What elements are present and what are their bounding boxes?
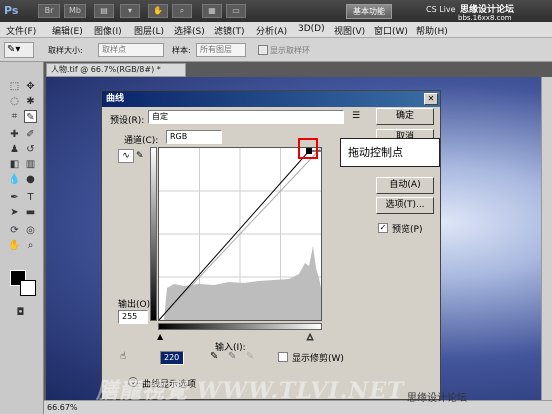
sample-size-label: 取样大小:	[48, 46, 83, 55]
menu-view[interactable]: 视图(V)	[334, 24, 365, 37]
input-field[interactable]: 220	[160, 351, 184, 365]
path-select-icon[interactable]: ➤	[8, 206, 21, 219]
menu-window[interactable]: 窗口(W)	[374, 24, 408, 37]
close-icon[interactable]: ✕	[424, 93, 438, 105]
gray-eyedropper-icon[interactable]: ✎	[228, 351, 236, 362]
quick-mask-icon[interactable]: ◘	[14, 306, 27, 319]
menu-edit[interactable]: 编辑(E)	[52, 24, 83, 37]
curve-point-tool-icon[interactable]: ∿	[118, 149, 134, 163]
site-url: bbs.16xx8.com	[458, 14, 512, 22]
hand-tool-icon[interactable]: ✋	[8, 239, 21, 252]
preview-checkbox[interactable]: ✓	[378, 223, 388, 233]
auto-button[interactable]: 自动(A)	[376, 177, 434, 194]
lasso-icon[interactable]: ◌	[8, 95, 21, 108]
sample-label: 样本:	[172, 46, 191, 55]
photoshop-logo: Ps	[4, 4, 19, 17]
input-gradient-bar	[158, 323, 322, 330]
preset-label: 预设(R):	[110, 116, 145, 126]
highlight-box	[298, 138, 318, 159]
crop-icon[interactable]: ⌗	[8, 110, 21, 123]
type-icon[interactable]: T	[24, 191, 37, 204]
zoom-tool-icon[interactable]: ⌕	[24, 239, 37, 252]
cs-live-button[interactable]: CS Live	[426, 5, 456, 14]
menu-file[interactable]: 文件(F)	[6, 24, 36, 37]
black-point-slider-icon[interactable]: ▲	[157, 332, 163, 341]
menu-3d[interactable]: 3D(D)	[298, 24, 325, 34]
sample-select[interactable]: 所有图层	[196, 43, 246, 57]
blur-icon[interactable]: 💧	[8, 173, 21, 186]
screen-mode-icon[interactable]: ▭	[226, 4, 246, 18]
white-eyedropper-icon[interactable]: ✎	[246, 351, 254, 362]
toolbox: ⬚ ✥ ◌ ✱ ⌗ ✎ ✚ ✐ ♟ ↺ ◧ ▥ 💧 ● ✒ T ➤ ▬ ⟳ ◎ …	[0, 62, 44, 414]
preview-label: 预览(P)	[392, 225, 423, 235]
3d-orbit-icon[interactable]: ◎	[24, 224, 37, 237]
show-clipping-label: 显示修剪(W)	[292, 354, 344, 364]
callout-label: 拖动控制点	[340, 138, 440, 167]
zoom-icon[interactable]: ⌕	[172, 4, 192, 18]
target-adjust-icon[interactable]: ☝	[120, 351, 126, 362]
magic-wand-icon[interactable]: ✱	[24, 95, 37, 108]
watermark-credit: 思缘设计论坛	[407, 393, 467, 404]
watermark: 膳龍視覺 WWW.TLVI.NET	[96, 378, 405, 404]
view-extras-icon[interactable]: ▤	[94, 4, 114, 18]
black-eyedropper-icon[interactable]: ✎	[210, 351, 218, 362]
eyedropper-preset-icon[interactable]: ✎▾	[4, 42, 34, 58]
stamp-icon[interactable]: ♟	[8, 143, 21, 156]
3d-rotate-icon[interactable]: ⟳	[8, 224, 21, 237]
curves-graph[interactable]	[158, 147, 322, 321]
menu-filter[interactable]: 滤镜(T)	[214, 24, 245, 37]
menu-help[interactable]: 帮助(H)	[416, 24, 448, 37]
hand-icon[interactable]: ✋	[148, 4, 168, 18]
brush-icon[interactable]: ✐	[24, 128, 37, 141]
document-tab[interactable]: 人物.tif @ 66.7%(RGB/8#) *	[46, 63, 186, 77]
options-button[interactable]: 选项(T)...	[376, 197, 434, 214]
menu-analysis[interactable]: 分析(A)	[256, 24, 287, 37]
white-point-slider-icon[interactable]: △	[306, 332, 313, 342]
vertical-scrollbar[interactable]	[541, 77, 552, 400]
menu-select[interactable]: 选择(S)	[174, 24, 205, 37]
pen-icon[interactable]: ✒	[8, 191, 21, 204]
zoom-level-icon[interactable]: ▾	[120, 4, 140, 18]
menu-bar: 文件(F) 编辑(E) 图像(I) 图层(L) 选择(S) 滤镜(T) 分析(A…	[0, 22, 552, 38]
eyedropper-icon[interactable]: ✎	[24, 110, 37, 123]
bridge-icon[interactable]: Br	[38, 4, 60, 18]
dialog-title-text: 曲线	[106, 94, 125, 104]
output-gradient-bar	[150, 147, 157, 321]
show-clipping-checkbox[interactable]	[278, 352, 288, 362]
ok-button[interactable]: 确定	[376, 108, 434, 125]
channel-select[interactable]: RGB	[166, 130, 222, 144]
minibridge-icon[interactable]: Mb	[64, 4, 86, 18]
curves-dialog: 曲线 ✕ 预设(R): 自定 ☰ 确定 取消 通道(C): RGB ∿ ✎ 自动…	[101, 90, 441, 400]
menu-image[interactable]: 图像(I)	[94, 24, 122, 37]
channel-label: 通道(C):	[124, 136, 159, 146]
preset-select[interactable]: 自定	[148, 110, 344, 124]
output-field[interactable]: 255	[118, 310, 148, 324]
background-color-swatch[interactable]	[20, 280, 36, 296]
marquee-icon[interactable]: ⬚	[8, 80, 21, 93]
gradient-icon[interactable]: ▥	[24, 158, 37, 171]
sample-size-select[interactable]: 取样点	[98, 43, 164, 57]
workspace-basic-button[interactable]: 基本功能	[346, 4, 392, 19]
show-ring-label: 显示取样环	[270, 46, 310, 55]
arrange-documents-icon[interactable]: ▦	[202, 4, 222, 18]
show-ring-checkbox[interactable]	[258, 45, 268, 55]
output-label: 输出(O):	[118, 300, 154, 310]
history-brush-icon[interactable]: ↺	[24, 143, 37, 156]
options-bar: ✎▾ 取样大小: 取样点 样本: 所有图层 显示取样环	[0, 38, 552, 62]
title-bar: Ps Br Mb ▤ ▾ ✋ ⌕ ▦ ▭ 基本功能 CS Live 思缘设计论坛…	[0, 0, 552, 22]
preset-options-icon[interactable]: ☰	[352, 111, 360, 121]
dialog-title: 曲线 ✕	[102, 91, 440, 107]
eraser-icon[interactable]: ◧	[8, 158, 21, 171]
menu-layer[interactable]: 图层(L)	[134, 24, 164, 37]
dodge-icon[interactable]: ●	[24, 173, 37, 186]
shape-icon[interactable]: ▬	[24, 206, 37, 219]
move-icon[interactable]: ✥	[24, 80, 37, 93]
pencil-draw-icon[interactable]: ✎	[136, 149, 150, 163]
curves-graph-svg[interactable]	[158, 147, 322, 321]
healing-icon[interactable]: ✚	[8, 128, 21, 141]
zoom-readout[interactable]: 66.67%	[47, 403, 78, 412]
